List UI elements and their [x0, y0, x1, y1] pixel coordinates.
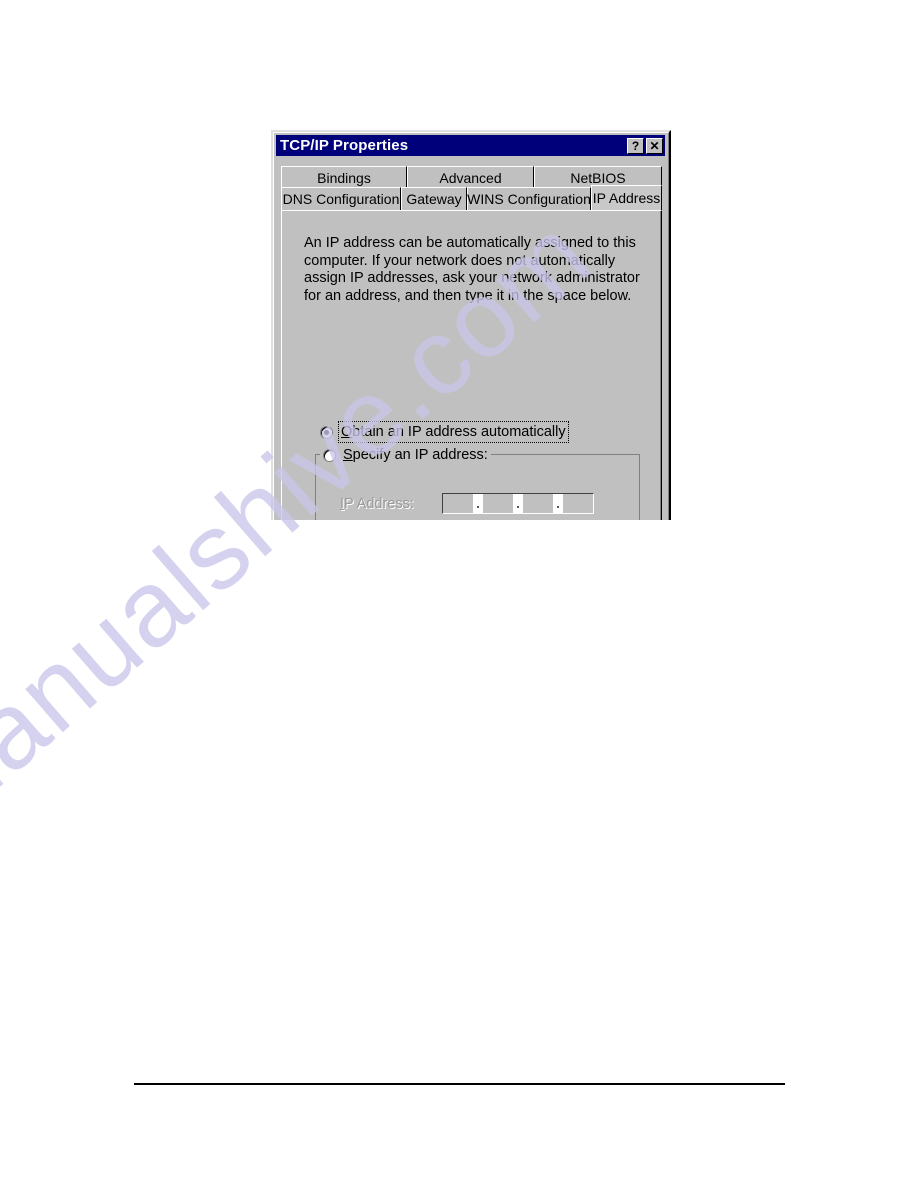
focus-ring: Obtain an IP address automatically — [338, 421, 569, 443]
tcpip-properties-dialog: TCP/IP Properties ? ✕ Bindings Advanced … — [271, 130, 671, 520]
dialog-titlebar[interactable]: TCP/IP Properties ? ✕ — [276, 135, 665, 156]
radio-specify-ip-row[interactable]: Specify an IP address: — [320, 447, 491, 463]
close-icon[interactable]: ✕ — [646, 137, 663, 154]
ip-address-separator-1 — [473, 494, 483, 513]
ip-address-separator-3 — [553, 494, 563, 513]
ip-address-input[interactable] — [442, 493, 594, 514]
tab-wins-configuration[interactable]: WINS Configuration — [467, 187, 591, 210]
titlebar-button-group: ? ✕ — [627, 137, 663, 154]
ip-address-octet-2[interactable] — [483, 494, 513, 513]
help-icon[interactable]: ? — [627, 137, 644, 154]
ip-address-description: An IP address can be automatically assig… — [304, 235, 640, 304]
dialog-title: TCP/IP Properties — [280, 137, 409, 154]
tab-bindings[interactable]: Bindings — [281, 166, 407, 189]
ip-address-octet-3[interactable] — [523, 494, 553, 513]
tab-advanced[interactable]: Advanced — [407, 166, 534, 189]
radio-obtain-automatically-row[interactable]: Obtain an IP address automatically — [320, 421, 569, 443]
tab-strip: Bindings Advanced NetBIOS DNS Configurat… — [281, 166, 662, 212]
tab-gateway[interactable]: Gateway — [401, 187, 467, 210]
tab-dns-configuration[interactable]: DNS Configuration — [281, 187, 401, 210]
radio-obtain-automatically-label: Obtain an IP address automatically — [341, 424, 566, 440]
footer-divider — [134, 1083, 785, 1085]
radio-specify-ip-label: Specify an IP address: — [343, 447, 488, 463]
radio-specify-ip-button[interactable] — [323, 448, 336, 462]
ip-address-label: IP Address: — [340, 495, 414, 512]
tab-ip-address[interactable]: IP Address — [591, 185, 662, 210]
ip-address-octet-1[interactable] — [443, 494, 473, 513]
radio-obtain-automatically-button[interactable] — [320, 425, 333, 439]
tab-row-front: DNS Configuration Gateway WINS Configura… — [281, 185, 662, 210]
ip-address-octet-4[interactable] — [563, 494, 593, 513]
ip-address-separator-2 — [513, 494, 523, 513]
ip-address-field-row: IP Address: — [340, 493, 594, 514]
tab-panel-ip-address: An IP address can be automatically assig… — [281, 210, 662, 520]
